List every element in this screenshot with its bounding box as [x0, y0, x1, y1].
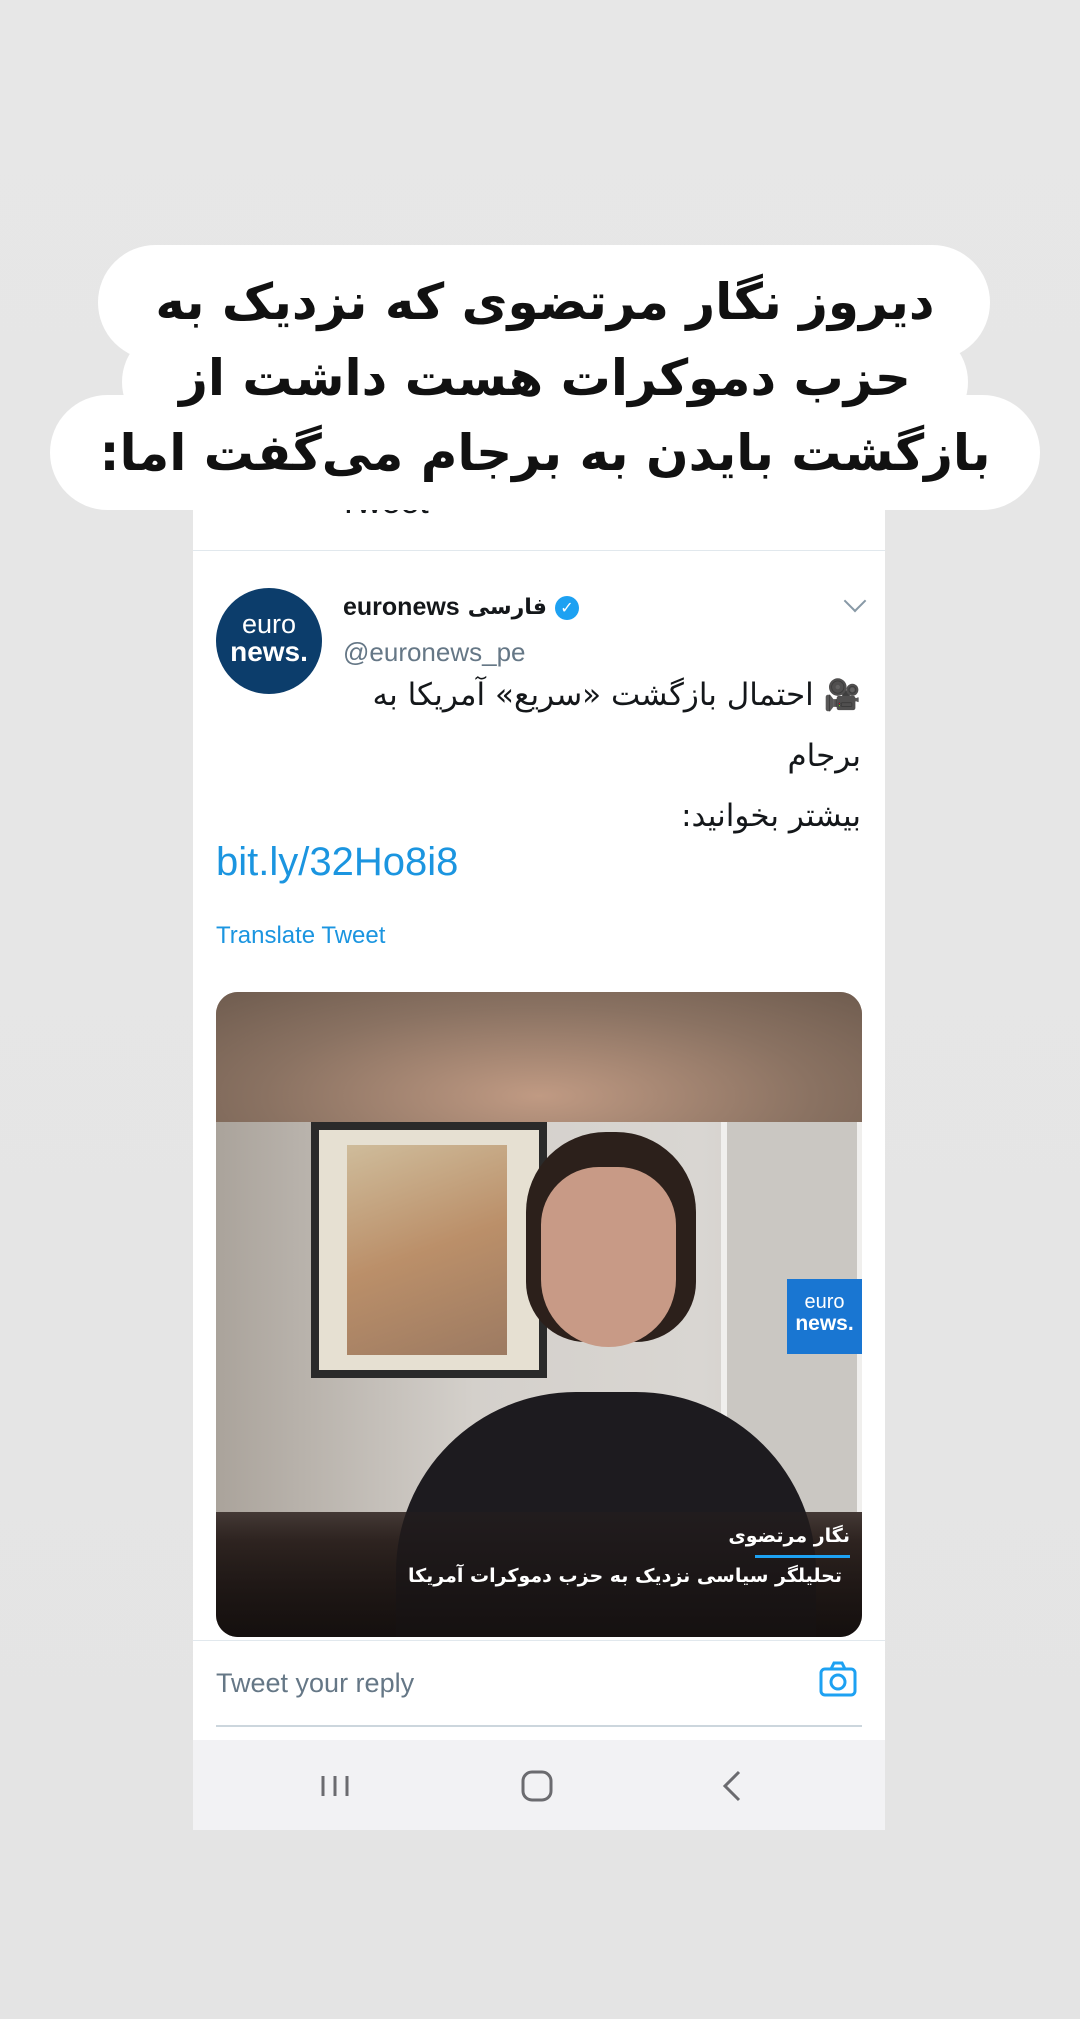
tweet-text-line-3: بیشتر بخوانید:	[681, 798, 861, 834]
avatar-line-1: euro	[241, 609, 297, 639]
recent-apps-icon[interactable]	[313, 1764, 357, 1808]
reply-bar	[193, 1640, 885, 1731]
camera-icon[interactable]	[818, 1659, 858, 1699]
euronews-logo-badge: euro news.	[787, 1279, 862, 1354]
movie-camera-icon: 🎥	[823, 678, 861, 713]
story-caption: دیروز نگار مرتضوی که نزدیک به حزب دموکرا…	[50, 245, 1040, 510]
chevron-down-icon[interactable]	[843, 589, 867, 613]
reply-input[interactable]	[216, 1663, 776, 1703]
tweet-text-line-2: برجام	[787, 738, 861, 774]
logo-line-1: euro	[804, 1291, 845, 1313]
logo-line-2: news.	[795, 1312, 854, 1335]
tweet-text: 🎥 احتمال بازگشت «سریع» آمریکا به برجام ب…	[221, 665, 861, 846]
video-player[interactable]: euro news. نگار مرتضوی تحلیلگر سیاسی نزد…	[216, 992, 862, 1637]
caption-line-2: حزب دموکرات هست داشت از	[179, 349, 911, 407]
lower-third-underline	[755, 1555, 850, 1558]
caption-line-1: دیروز نگار مرتضوی که نزدیک به	[155, 273, 935, 331]
tweet-link[interactable]: bit.ly/32Ho8i8	[216, 840, 458, 885]
tweet-text-line-1: احتمال بازگشت «سریع» آمریکا به	[372, 677, 814, 713]
author-name: euronews	[343, 593, 460, 621]
verified-icon: ✓	[554, 595, 579, 620]
author-name-row[interactable]: euronews فارسی ✓	[343, 593, 579, 622]
person-face	[541, 1167, 676, 1347]
translate-tweet-link[interactable]: Translate Tweet	[216, 922, 385, 950]
reply-underline	[216, 1725, 862, 1727]
video-top-blur	[216, 992, 862, 1122]
android-nav-bar	[193, 1740, 885, 1830]
picture-frame	[311, 1122, 547, 1378]
author-handle[interactable]: @euronews_pe	[343, 637, 526, 668]
home-icon[interactable]	[515, 1764, 559, 1808]
avatar-line-2: news.	[230, 636, 308, 667]
caption-line-3: بازگشت بایدن به برجام می‌گفت اما:	[99, 424, 991, 482]
twitter-screenshot: Tweet euro news. euronews فارسی ✓ @euron…	[193, 475, 885, 1830]
lower-third-name: نگار مرتضوی	[728, 1525, 850, 1547]
lower-third-title: تحلیلگر سیاسی نزدیک به حزب دموکرات آمریک…	[407, 1565, 842, 1587]
back-icon[interactable]	[711, 1764, 755, 1808]
author-name-fa: فارسی	[467, 595, 547, 620]
